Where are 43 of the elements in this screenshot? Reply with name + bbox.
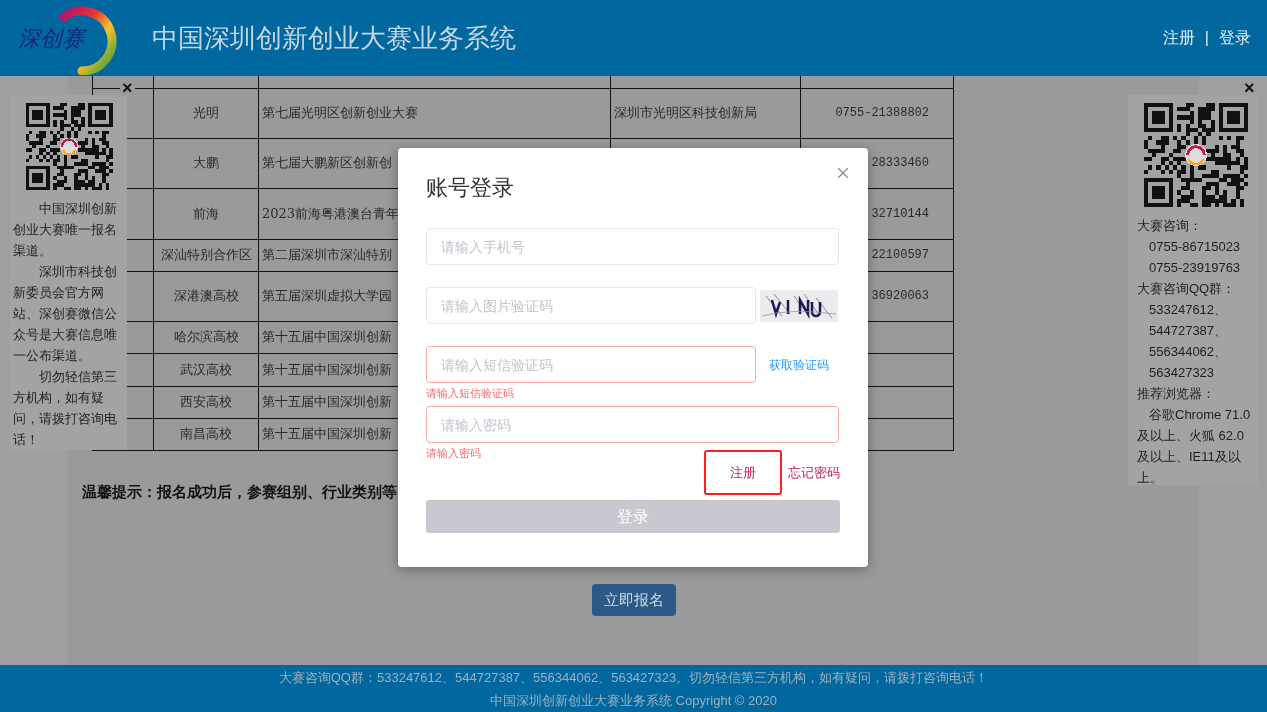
info-text: 推荐浏览器： — [1137, 385, 1216, 403]
notice-paragraph: 中国深圳创新创业大赛唯一报名渠道。 — [12, 200, 118, 260]
info-text: 大赛咨询： — [1137, 217, 1203, 235]
table-cell: 南昌高校 — [153, 418, 259, 450]
signup-button[interactable]: 立即报名 — [591, 584, 676, 616]
table-cell: 0755-21388802 — [800, 88, 954, 138]
input-field[interactable]: 请输入密码 — [426, 406, 839, 443]
login-link[interactable]: 登录 — [1219, 26, 1251, 50]
info-text: 大赛咨询QQ群： — [1137, 280, 1237, 298]
register-link[interactable]: 注册 — [704, 450, 782, 495]
error-message: 请输入短信验证码 — [426, 386, 515, 400]
footer-text: 中国深圳创新创业大赛业务系统 Copyright © 2020 — [490, 691, 777, 710]
qr-code-icon — [1143, 103, 1248, 207]
footer-text: 大赛咨询QQ群：533247612、544727387、556344062、563427323。切勿轻信第三方机构，如有疑问，请拨打咨询电话！ — [278, 668, 989, 687]
site-title: 中国深圳创新创业大赛业务系统 — [152, 21, 517, 55]
table-cell: 第七届光明区创新创业大赛 — [258, 88, 611, 138]
close-button[interactable]: × — [120, 80, 135, 96]
info-text: 0755-86715023 — [1148, 238, 1242, 256]
separator: | — [1204, 28, 1209, 48]
get-code-link[interactable]: 获取验证码 — [769, 355, 829, 374]
table-cell: 深汕特别合作区 — [153, 239, 259, 271]
table-cell: 深港澳高校 — [153, 271, 259, 321]
register-link[interactable]: 注册 — [1162, 26, 1195, 50]
table-cell: 武汉高校 — [153, 353, 259, 386]
table-cell: 前海 — [153, 188, 259, 239]
forgot-password-link[interactable]: 忘记密码 — [788, 462, 840, 483]
info-text: 533247612、 — [1148, 301, 1229, 319]
info-text: 563427323 — [1148, 364, 1216, 382]
notice-paragraph: 切勿轻信第三方机构，如有疑问，请拨打咨询电话！ — [12, 368, 118, 449]
info-text: 谷歌Chrome 71.0及以上、火狐 62.0及以上、IE11及以上。 — [1137, 406, 1252, 487]
table-cell: 哈尔滨高校 — [153, 321, 259, 353]
info-text: 0755-23919763 — [1148, 259, 1242, 277]
table-cell: 西安高校 — [153, 386, 259, 418]
notice-text: 温馨提示：报名成功后，参赛组别、行业类别等 — [82, 481, 397, 502]
input-field[interactable]: 请输入短信验证码 — [426, 346, 756, 383]
logo: 深创赛 — [12, 3, 122, 73]
info-text: 544727387、 — [1148, 322, 1229, 340]
table-cell: 深圳市光明区科技创新局 — [610, 88, 801, 138]
table-cell: 大鹏 — [153, 138, 259, 188]
info-text: 556344062、 — [1148, 343, 1229, 361]
notice-paragraph: 深圳市科技创新委员会官方网站、深创赛微信公众号是大赛信息唯一公布渠道。 — [12, 263, 118, 365]
table-cell: 光明 — [153, 88, 259, 138]
close-button[interactable]: × — [1244, 79, 1255, 97]
